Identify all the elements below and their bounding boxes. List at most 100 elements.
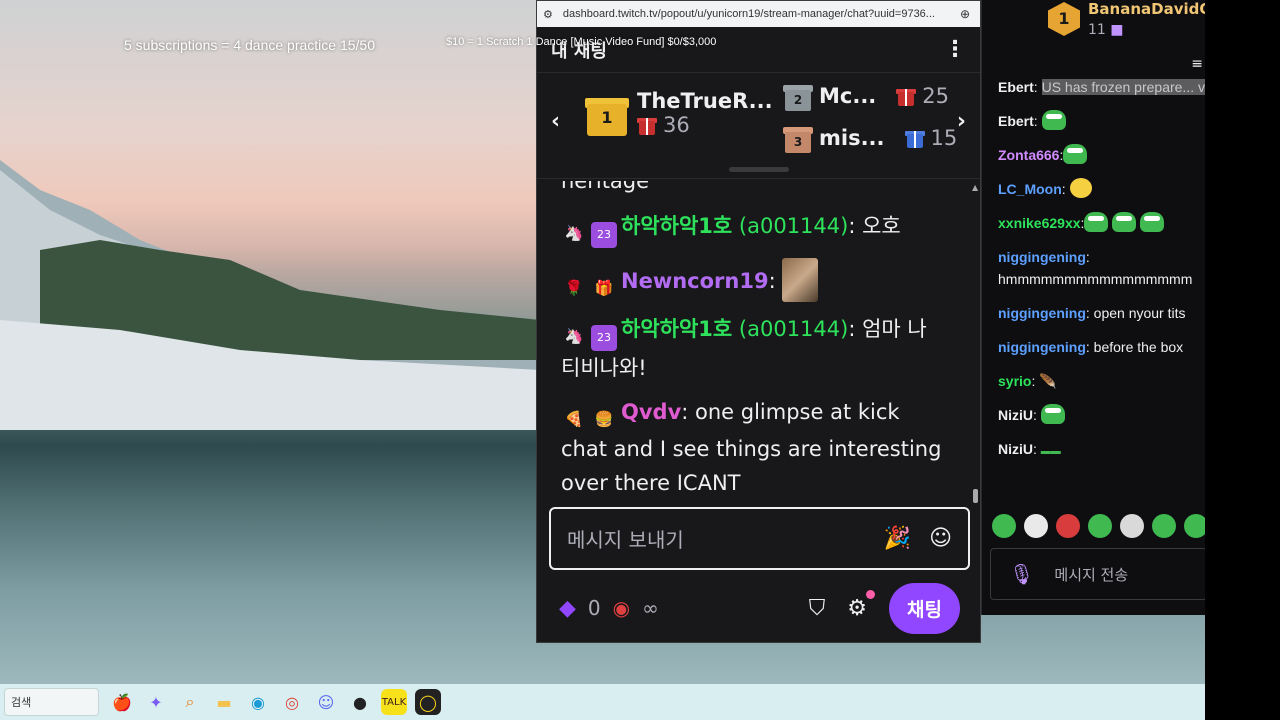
emote-icon[interactable]	[1120, 514, 1144, 538]
secondary-input-placeholder: 메시지 전송	[1054, 565, 1129, 584]
secondary-chat-input[interactable]: 🎙 메시지 전송	[990, 548, 1205, 600]
top-count-value: 11	[1088, 22, 1106, 38]
microphone-icon[interactable]: 🎙	[1009, 562, 1034, 586]
more-options-icon[interactable]: ⋮	[944, 37, 966, 62]
party-popper-icon[interactable]: 🎉	[884, 526, 911, 551]
mod-shield-icon[interactable]: ⛉	[809, 596, 826, 621]
angel-pepe-emote[interactable]	[1040, 404, 1065, 424]
search-label: 검색	[11, 696, 32, 709]
emote-icon[interactable]	[992, 514, 1016, 538]
pepe-emote[interactable]	[1112, 212, 1137, 232]
chat-username[interactable]: niggingening	[998, 305, 1086, 321]
drag-handle[interactable]	[729, 167, 789, 172]
filter-icon[interactable]: ≡	[1191, 56, 1203, 72]
chat-username[interactable]: 하악하악1호	[621, 317, 732, 341]
pepe-emote[interactable]	[1140, 212, 1165, 232]
emote-image[interactable]	[782, 258, 819, 302]
chat-username[interactable]: niggingening	[998, 339, 1086, 355]
chat-username[interactable]: NiziU	[998, 407, 1033, 423]
black-bar	[1205, 0, 1280, 720]
pepe-emote[interactable]	[1041, 110, 1066, 130]
scroll-thumb[interactable]	[973, 489, 978, 503]
obs-icon[interactable]: ◯	[415, 689, 441, 715]
sub-badge-icon[interactable]: 23	[591, 222, 617, 248]
folder-icon[interactable]: ▬	[211, 689, 237, 715]
chat-input-placeholder: 메시지 보내기	[567, 528, 684, 552]
discord-icon[interactable]: ☺	[313, 689, 339, 715]
gold-gift-icon: 1	[585, 90, 629, 136]
sub-badge-icon[interactable]: 23	[591, 325, 617, 351]
chat-username[interactable]: LC_Moon	[998, 181, 1062, 197]
emote-icon[interactable]	[1184, 514, 1205, 538]
search-app-icon[interactable]: ⌕	[177, 689, 203, 715]
site-settings-icon[interactable]: ⚙	[543, 8, 553, 21]
edge-icon[interactable]: ◉	[245, 689, 271, 715]
chat-username[interactable]: Ebert	[998, 79, 1034, 95]
channel-points-icon[interactable]: ◉	[613, 596, 630, 620]
bronze-gift-icon: 3	[783, 123, 813, 153]
url-bar[interactable]: ⚙ dashboard.twitch.tv/popout/u/yunicorn1…	[537, 1, 980, 27]
emote-icon[interactable]	[1088, 514, 1112, 538]
chat-username[interactable]: Zonta666	[998, 147, 1059, 163]
pepe-emote[interactable]	[1084, 212, 1109, 232]
subscription-goal-text: 5 subscriptions = 4 dance practice 15/50	[124, 37, 375, 53]
first-count-value: 36	[663, 113, 690, 137]
zoom-icon[interactable]: ⊕	[960, 7, 970, 21]
chat-bottom-bar: ◆ 0 ◉ ∞ ⛉ ⚙ 채팅	[537, 581, 980, 635]
app-icon[interactable]: ●	[347, 689, 373, 715]
settings-gear-icon[interactable]: ⚙	[847, 589, 876, 621]
copilot-icon[interactable]: ✦	[143, 689, 169, 715]
chat-message: 🦄 23 하악하악1호 (a001144): 오호	[561, 209, 949, 248]
gold-rank-icon: 1	[1048, 2, 1080, 36]
pepe-emote[interactable]	[1063, 144, 1088, 164]
bits-icon[interactable]: ◆	[559, 596, 576, 621]
rank-3-label: 3	[793, 135, 803, 149]
scroll-up-icon[interactable]: ▲	[972, 183, 978, 192]
chat-username[interactable]: 하악하악1호	[621, 214, 732, 238]
chat-username[interactable]: niggingening	[998, 249, 1086, 265]
leaderboard-next-icon[interactable]: ›	[957, 109, 966, 134]
emote-picker-icon[interactable]: ☺	[929, 526, 952, 551]
chat-input[interactable]: 메시지 보내기 🎉 ☺	[549, 507, 970, 570]
unicorn-badge-icon[interactable]: 🦄	[561, 323, 587, 349]
chat-username[interactable]: Newncorn19	[621, 269, 769, 293]
chat-username[interactable]: syrio	[998, 373, 1031, 389]
kakao-icon[interactable]: TALK	[381, 689, 407, 715]
taskbar-search[interactable]: 검색	[4, 688, 99, 716]
leaderboard-second-name: Mc...	[819, 84, 877, 108]
burger-badge-icon[interactable]: 🍔	[591, 406, 617, 432]
small-emote[interactable]: ▬▬	[1041, 446, 1061, 457]
chat-username[interactable]: xxnike629xx	[998, 215, 1081, 231]
emote-icon[interactable]	[1024, 514, 1048, 538]
truncated-message: heritage	[561, 181, 650, 193]
leaderboard-prev-icon[interactable]: ‹	[551, 109, 560, 134]
secondary-chat-messages: Ebert: US has frozen prepare... very goo…	[998, 76, 1205, 475]
chat-send-button[interactable]: 채팅	[889, 582, 960, 634]
url-text[interactable]: dashboard.twitch.tv/popout/u/yunicorn19/…	[563, 8, 960, 20]
chat-message: Zonta666:	[998, 144, 1205, 166]
taskbar: 검색 🍎 ✦ ⌕ ▬ ◉ ◎ ☺ ● TALK ◯	[0, 684, 1205, 720]
gift-icon	[637, 115, 657, 135]
chat-username[interactable]: Qvdv	[621, 400, 681, 424]
unicorn-badge-icon[interactable]: 🦄	[561, 220, 587, 246]
chat-username[interactable]: NiziU	[998, 441, 1033, 457]
rose-badge-icon[interactable]: 🌹	[561, 275, 587, 301]
gift-icon: ■	[1110, 22, 1124, 38]
pizza-badge-icon[interactable]: 🍕	[561, 406, 587, 432]
chat-login: (a001144)	[738, 317, 849, 341]
gift-icon	[904, 128, 925, 148]
chat-username[interactable]: Ebert	[998, 113, 1034, 129]
feather-emote[interactable]: 🪶	[1039, 373, 1056, 389]
chrome-icon[interactable]: ◎	[279, 689, 305, 715]
fruit-icon[interactable]: 🍎	[109, 689, 135, 715]
chat-text: open nyour tits	[1093, 305, 1186, 321]
top-gifter-name[interactable]: BananaDavidO...	[1088, 0, 1205, 18]
emote-icon[interactable]	[1056, 514, 1080, 538]
chat-text: : 오호	[848, 214, 901, 238]
chat-scrollbar[interactable]: ▲	[972, 183, 978, 503]
chat-message: Ebert: US has frozen prepare... very goo…	[998, 76, 1205, 98]
chat-message: xxnike629xx:	[998, 212, 1205, 234]
yellow-emote[interactable]	[1069, 178, 1092, 198]
emote-icon[interactable]	[1152, 514, 1176, 538]
gift-badge-icon[interactable]: 🎁	[591, 275, 617, 301]
